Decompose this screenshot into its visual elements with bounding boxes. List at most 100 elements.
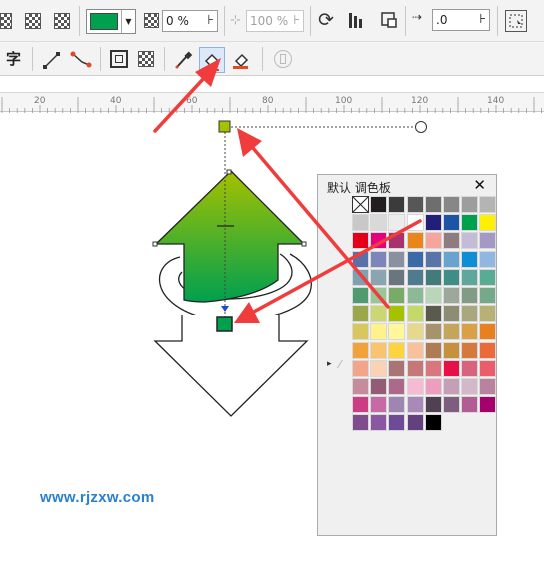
color-swatch[interactable] [406, 359, 424, 377]
color-swatch[interactable] [424, 414, 442, 432]
color-swatch[interactable] [461, 341, 479, 359]
color-swatch[interactable] [388, 341, 406, 359]
color-swatch[interactable] [479, 287, 497, 304]
color-swatch[interactable] [352, 214, 369, 232]
color-swatch[interactable] [461, 378, 479, 395]
color-swatch[interactable] [406, 341, 424, 359]
color-swatch[interactable] [461, 396, 479, 414]
fill-start-handle[interactable] [218, 120, 231, 133]
color-swatch[interactable] [370, 287, 388, 304]
interactive-fill-icon[interactable] [231, 49, 251, 71]
color-swatch[interactable] [479, 341, 497, 359]
color-swatch[interactable] [388, 214, 406, 232]
text-tool-label[interactable]: 字 [6, 48, 21, 69]
color-swatch[interactable] [388, 359, 406, 377]
color-swatch[interactable] [443, 341, 460, 359]
color-swatch[interactable] [370, 196, 388, 213]
color-swatch[interactable] [370, 414, 388, 432]
slider-thumb-icon[interactable]: ⊦ [207, 11, 214, 31]
color-swatch[interactable] [424, 268, 442, 286]
color-swatch[interactable] [424, 396, 442, 414]
color-swatch[interactable] [443, 359, 460, 377]
color-swatch[interactable] [352, 268, 369, 286]
connector-tool-icon[interactable] [70, 50, 92, 70]
color-swatch[interactable] [388, 232, 406, 250]
color-swatch[interactable] [388, 196, 406, 213]
color-swatch[interactable] [406, 323, 424, 341]
color-swatch[interactable] [461, 287, 479, 304]
color-swatch[interactable] [406, 196, 424, 213]
nudge-field[interactable]: .0 ⊦ [432, 9, 490, 31]
color-swatch[interactable] [352, 232, 369, 250]
color-swatch[interactable] [388, 378, 406, 395]
color-swatch[interactable] [406, 378, 424, 395]
horizontal-ruler[interactable]: 20 40 60 80 100 120 140 [0, 92, 544, 113]
transparency-tool-icon[interactable] [138, 51, 154, 67]
color-swatch[interactable] [388, 268, 406, 286]
align-bars-icon[interactable] [347, 10, 363, 30]
color-swatch[interactable] [406, 232, 424, 250]
color-swatch[interactable] [443, 305, 460, 323]
color-swatch[interactable] [424, 323, 442, 341]
color-swatch[interactable] [370, 341, 388, 359]
color-swatch[interactable] [424, 305, 442, 323]
color-swatch[interactable] [370, 250, 388, 268]
transparency-uniform-icon[interactable] [0, 13, 12, 29]
color-swatch[interactable] [406, 305, 424, 323]
opacity-field[interactable]: 0 % ⊦ [162, 10, 218, 32]
eyedropper-icon[interactable] [174, 49, 194, 71]
color-swatch[interactable] [370, 214, 388, 232]
color-swatch[interactable] [406, 287, 424, 304]
node-handle[interactable] [226, 169, 232, 175]
color-swatch[interactable] [424, 341, 442, 359]
color-swatch[interactable] [443, 268, 460, 286]
color-swatch[interactable] [424, 359, 442, 377]
color-swatch[interactable] [388, 323, 406, 341]
color-swatch[interactable] [443, 287, 460, 304]
color-swatch[interactable] [443, 196, 460, 213]
color-swatch[interactable] [370, 396, 388, 414]
color-swatch[interactable] [461, 323, 479, 341]
color-swatch[interactable] [406, 268, 424, 286]
color-swatch[interactable] [443, 323, 460, 341]
color-swatch[interactable] [352, 250, 369, 268]
color-swatch[interactable] [479, 305, 497, 323]
node-handle[interactable] [152, 241, 158, 247]
color-swatch[interactable] [479, 323, 497, 341]
color-swatch[interactable] [352, 341, 369, 359]
expand-arrow-icon[interactable]: ▸ [327, 359, 332, 369]
color-swatch[interactable] [370, 323, 388, 341]
color-swatch[interactable] [461, 232, 479, 250]
color-swatch[interactable] [479, 250, 497, 268]
color-swatch[interactable] [479, 268, 497, 286]
color-swatch[interactable] [406, 214, 424, 232]
color-swatch[interactable] [352, 359, 369, 377]
color-swatch[interactable] [352, 287, 369, 304]
color-swatch[interactable] [370, 378, 388, 395]
color-swatch[interactable] [352, 305, 369, 323]
color-swatch[interactable] [424, 250, 442, 268]
fill-end-handle[interactable] [216, 316, 233, 332]
green-up-arrow[interactable] [154, 170, 306, 303]
fill-width-handle[interactable] [415, 121, 427, 133]
color-swatch[interactable] [388, 250, 406, 268]
color-swatch[interactable] [443, 214, 460, 232]
color-swatch[interactable] [461, 268, 479, 286]
color-swatch[interactable] [406, 250, 424, 268]
free-scale-icon[interactable] [379, 10, 399, 30]
color-swatch[interactable] [479, 196, 497, 213]
color-swatch[interactable] [352, 396, 369, 414]
transparency-pattern-icon[interactable] [54, 13, 70, 29]
close-icon[interactable]: ✕ [473, 176, 486, 194]
color-swatch[interactable] [443, 232, 460, 250]
color-swatch[interactable] [424, 214, 442, 232]
copy-properties-icon[interactable] [505, 10, 527, 32]
color-swatch[interactable] [443, 396, 460, 414]
color-swatch[interactable] [461, 250, 479, 268]
fill-color-picker[interactable]: ▼ [86, 9, 136, 34]
color-swatch[interactable] [479, 378, 497, 395]
color-swatch[interactable] [479, 396, 497, 414]
color-swatch[interactable] [370, 232, 388, 250]
refresh-icon[interactable]: ⟳ [318, 9, 334, 31]
color-swatch[interactable] [424, 196, 442, 213]
